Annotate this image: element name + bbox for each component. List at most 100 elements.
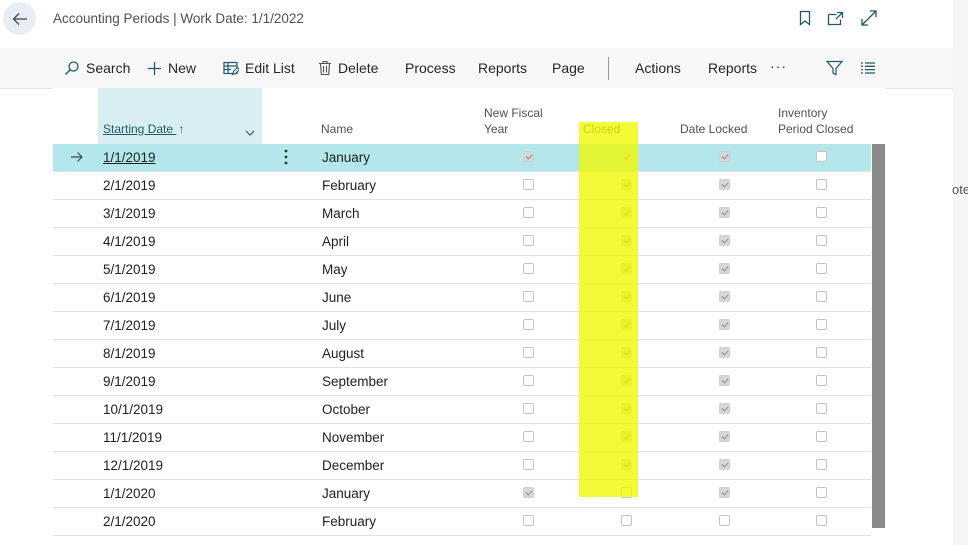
starting-date-cell[interactable]: 12/1/2019 bbox=[103, 452, 163, 479]
new-fiscal-year-checkbox[interactable] bbox=[523, 263, 534, 274]
table-row[interactable]: 4/1/2019 April bbox=[53, 228, 871, 256]
inventory-period-closed-checkbox[interactable] bbox=[816, 431, 827, 442]
actions-menu[interactable]: Actions bbox=[635, 48, 681, 88]
closed-checkbox[interactable] bbox=[621, 179, 632, 190]
new-fiscal-year-checkbox[interactable] bbox=[523, 403, 534, 414]
starting-date-cell[interactable]: 11/1/2019 bbox=[103, 424, 162, 451]
name-cell[interactable]: July bbox=[322, 312, 346, 339]
open-in-new-window-icon[interactable] bbox=[827, 9, 845, 27]
date-locked-checkbox[interactable] bbox=[719, 459, 730, 470]
search-button[interactable]: Search bbox=[64, 48, 130, 88]
starting-date-cell[interactable]: 4/1/2019 bbox=[103, 228, 156, 255]
process-menu[interactable]: Process bbox=[405, 48, 456, 88]
new-fiscal-year-checkbox[interactable] bbox=[523, 487, 534, 498]
starting-date-cell[interactable]: 2/1/2020 bbox=[103, 508, 156, 535]
new-fiscal-year-checkbox[interactable] bbox=[523, 179, 534, 190]
table-row[interactable]: 1/1/2019 January bbox=[53, 144, 871, 172]
inventory-period-closed-checkbox[interactable] bbox=[816, 403, 827, 414]
closed-checkbox[interactable] bbox=[621, 235, 632, 246]
bookmark-icon[interactable] bbox=[796, 9, 814, 27]
name-cell[interactable]: June bbox=[322, 284, 351, 311]
name-cell[interactable]: February bbox=[322, 508, 376, 535]
name-cell[interactable]: November bbox=[322, 424, 384, 451]
closed-checkbox[interactable] bbox=[621, 487, 632, 498]
closed-checkbox[interactable] bbox=[621, 207, 632, 218]
date-locked-header[interactable]: Date Locked bbox=[680, 121, 747, 137]
row-actions-icon[interactable] bbox=[284, 149, 288, 170]
name-cell[interactable]: January bbox=[322, 480, 370, 507]
inventory-period-closed-checkbox[interactable] bbox=[816, 207, 827, 218]
inventory-period-closed-checkbox[interactable] bbox=[816, 347, 827, 358]
new-fiscal-year-checkbox[interactable] bbox=[523, 151, 534, 162]
table-row[interactable]: 2/1/2019 February bbox=[53, 172, 871, 200]
table-row[interactable]: 9/1/2019 September bbox=[53, 368, 871, 396]
name-cell[interactable]: January bbox=[322, 144, 370, 171]
new-fiscal-year-checkbox[interactable] bbox=[523, 375, 534, 386]
table-row[interactable] bbox=[53, 536, 871, 545]
name-cell[interactable]: March bbox=[322, 200, 360, 227]
inventory-period-closed-checkbox[interactable] bbox=[816, 235, 827, 246]
date-locked-checkbox[interactable] bbox=[719, 431, 730, 442]
inventory-period-closed-checkbox[interactable] bbox=[816, 291, 827, 302]
new-fiscal-year-checkbox[interactable] bbox=[523, 431, 534, 442]
new-fiscal-year-checkbox[interactable] bbox=[523, 235, 534, 246]
starting-date-header[interactable]: Starting Date ↑ bbox=[103, 121, 184, 137]
more-options-button[interactable]: ··· bbox=[770, 46, 787, 86]
starting-date-cell[interactable]: 7/1/2019 bbox=[103, 312, 156, 339]
new-fiscal-year-checkbox[interactable] bbox=[523, 207, 534, 218]
starting-date-cell[interactable]: 10/1/2019 bbox=[103, 396, 163, 423]
date-locked-checkbox[interactable] bbox=[719, 403, 730, 414]
new-fiscal-year-header[interactable]: New Fiscal Year bbox=[484, 105, 543, 137]
closed-checkbox[interactable] bbox=[621, 319, 632, 330]
closed-checkbox[interactable] bbox=[621, 375, 632, 386]
date-locked-checkbox[interactable] bbox=[719, 179, 730, 190]
table-row[interactable]: 12/1/2019 December bbox=[53, 452, 871, 480]
name-header[interactable]: Name bbox=[321, 121, 353, 137]
date-locked-checkbox[interactable] bbox=[719, 487, 730, 498]
inventory-period-closed-checkbox[interactable] bbox=[816, 515, 827, 526]
date-locked-checkbox[interactable] bbox=[719, 515, 730, 526]
date-locked-checkbox[interactable] bbox=[719, 347, 730, 358]
closed-checkbox[interactable] bbox=[621, 403, 632, 414]
date-locked-checkbox[interactable] bbox=[719, 235, 730, 246]
starting-date-cell[interactable]: 8/1/2019 bbox=[103, 340, 156, 367]
new-fiscal-year-checkbox[interactable] bbox=[523, 319, 534, 330]
closed-checkbox[interactable] bbox=[621, 151, 632, 162]
expand-icon[interactable] bbox=[860, 9, 878, 27]
starting-date-cell[interactable]: 3/1/2019 bbox=[103, 200, 156, 227]
new-fiscal-year-checkbox[interactable] bbox=[523, 347, 534, 358]
starting-date-cell[interactable]: 1/1/2019 bbox=[103, 144, 156, 171]
name-cell[interactable]: February bbox=[322, 172, 376, 199]
date-locked-checkbox[interactable] bbox=[719, 207, 730, 218]
inventory-period-closed-checkbox[interactable] bbox=[816, 263, 827, 274]
new-fiscal-year-checkbox[interactable] bbox=[523, 291, 534, 302]
inventory-period-closed-checkbox[interactable] bbox=[816, 487, 827, 498]
closed-checkbox[interactable] bbox=[621, 431, 632, 442]
inventory-period-closed-header[interactable]: Inventory Period Closed bbox=[778, 105, 853, 137]
closed-checkbox[interactable] bbox=[621, 291, 632, 302]
starting-date-cell[interactable]: 5/1/2019 bbox=[103, 256, 156, 283]
starting-date-cell[interactable]: 6/1/2019 bbox=[103, 284, 156, 311]
delete-button[interactable]: Delete bbox=[318, 48, 378, 88]
date-locked-checkbox[interactable] bbox=[719, 375, 730, 386]
name-cell[interactable]: September bbox=[322, 368, 388, 395]
list-view-button[interactable] bbox=[860, 48, 876, 88]
back-button[interactable] bbox=[3, 2, 36, 35]
starting-date-cell[interactable]: 1/1/2020 bbox=[103, 480, 156, 507]
starting-date-cell[interactable]: 9/1/2019 bbox=[103, 368, 156, 395]
table-row[interactable]: 11/1/2019 November bbox=[53, 424, 871, 452]
inventory-period-closed-checkbox[interactable] bbox=[816, 179, 827, 190]
new-fiscal-year-checkbox[interactable] bbox=[523, 459, 534, 470]
inventory-period-closed-checkbox[interactable] bbox=[816, 151, 827, 162]
table-row[interactable]: 8/1/2019 August bbox=[53, 340, 871, 368]
date-locked-checkbox[interactable] bbox=[719, 151, 730, 162]
reports-menu[interactable]: Reports bbox=[478, 48, 527, 88]
closed-header[interactable]: Closed bbox=[583, 121, 620, 137]
table-row[interactable]: 1/1/2020 January bbox=[53, 480, 871, 508]
vertical-scrollbar[interactable] bbox=[872, 144, 885, 528]
starting-date-cell[interactable]: 2/1/2019 bbox=[103, 172, 156, 199]
name-cell[interactable]: December bbox=[322, 452, 384, 479]
table-row[interactable]: 5/1/2019 May bbox=[53, 256, 871, 284]
date-locked-checkbox[interactable] bbox=[719, 291, 730, 302]
table-row[interactable]: 7/1/2019 July bbox=[53, 312, 871, 340]
